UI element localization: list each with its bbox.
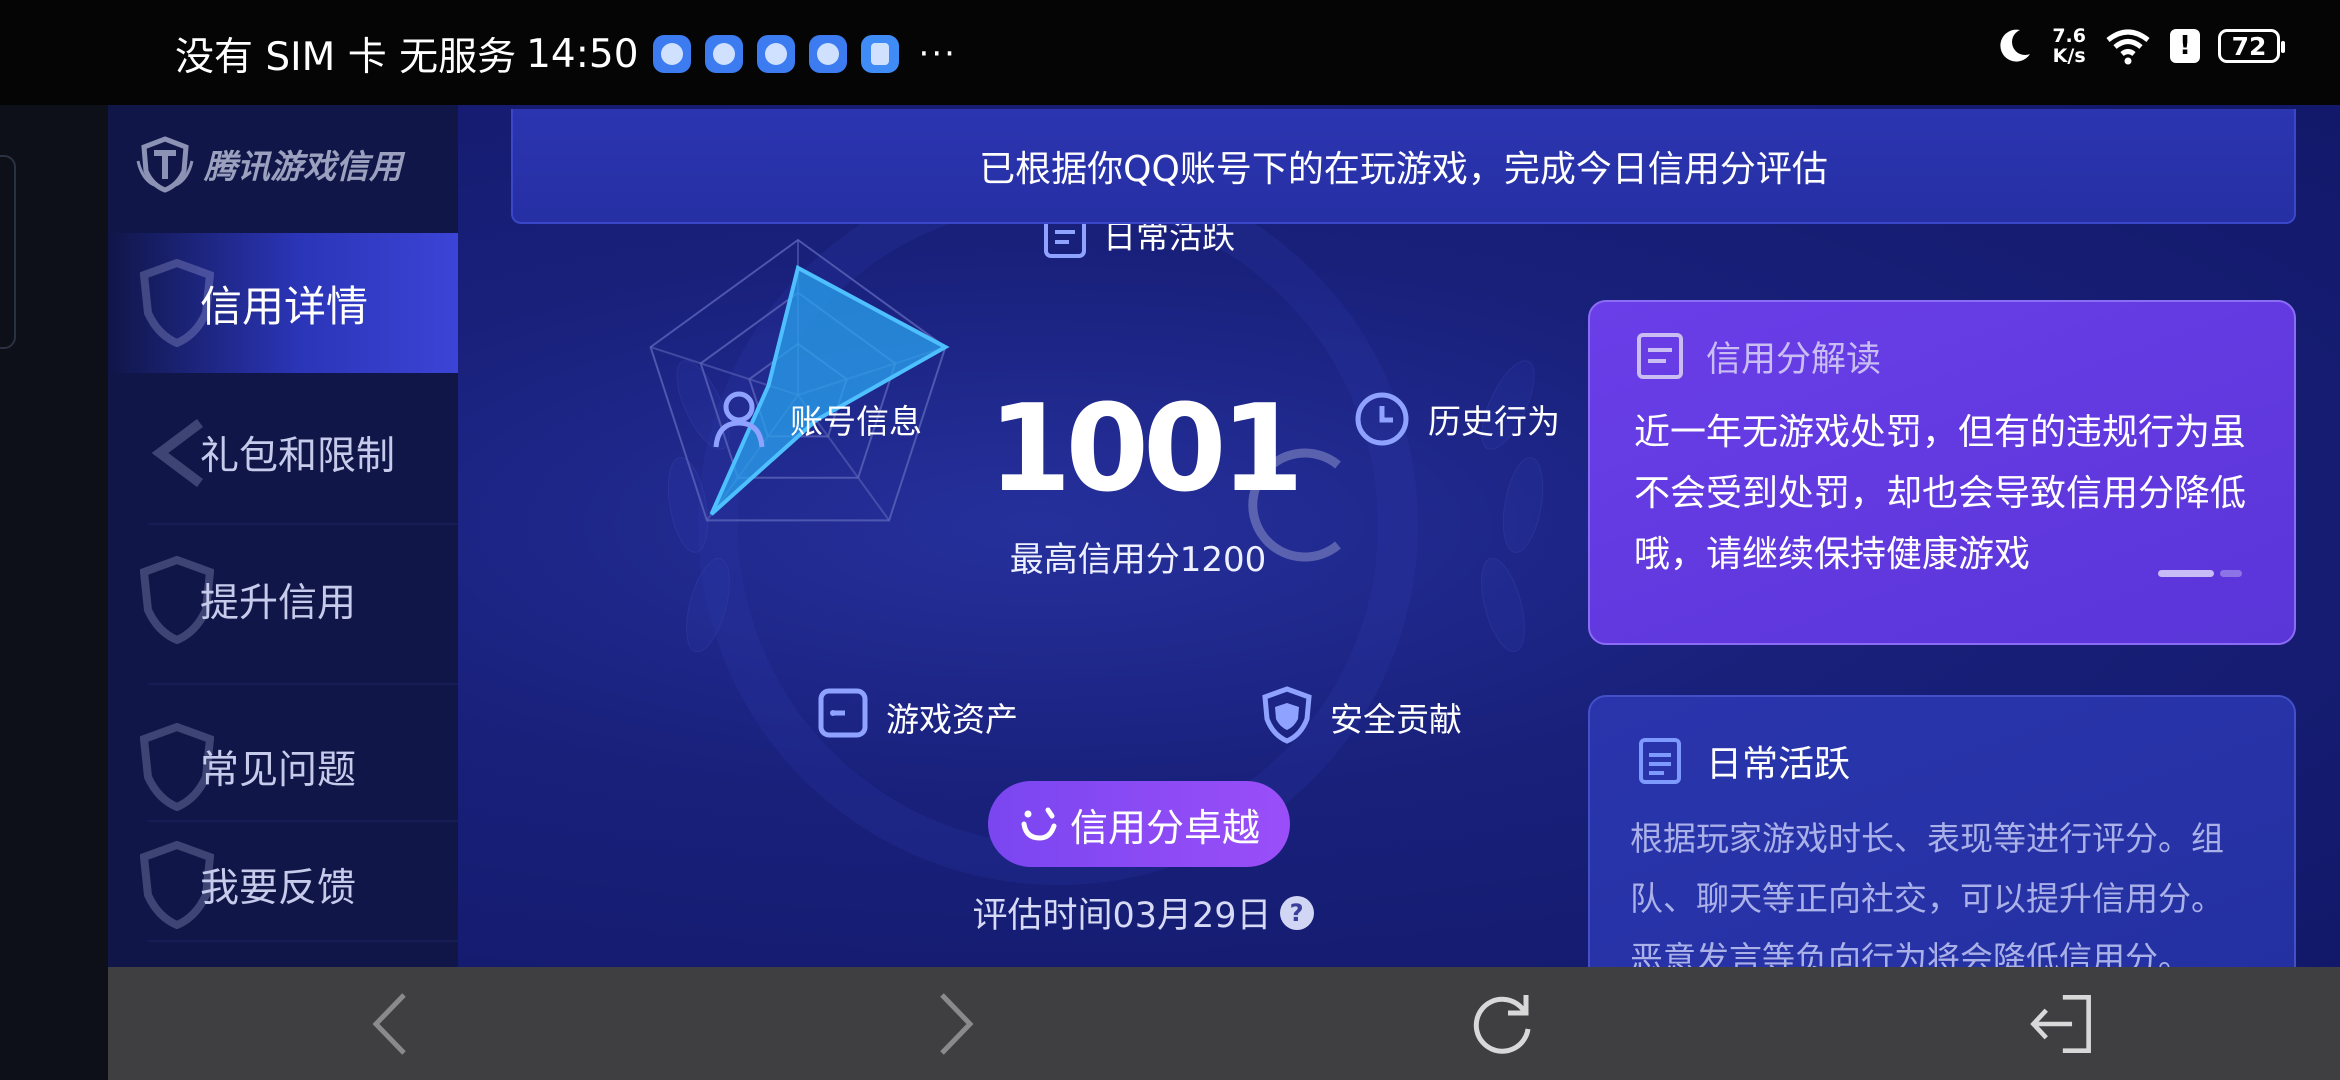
sidebar-divider <box>148 940 458 942</box>
logo: 腾讯游戏信用 <box>134 135 402 193</box>
logo-icon <box>136 136 194 193</box>
dimension-label-history: 历史行为 <box>1428 402 1560 441</box>
refresh-icon <box>1473 995 1531 1054</box>
dimension-label-assets: 游戏资产 <box>886 700 1018 739</box>
sidebar-item-label: 信用详情 <box>200 281 369 331</box>
exit-icon <box>2030 994 2091 1054</box>
sidebar-item-label: 我要反馈 <box>200 866 357 911</box>
card-body: 根据玩家游戏时长、表现等进行评分。组队、聊天等正向社交，可以提升信用分。恶意发言… <box>1630 819 2224 967</box>
notification-app-icon <box>652 35 691 73</box>
app-area: 腾讯游戏信用 信用详情 礼包和限制 提升信用 常见问题 我要反馈 1001 最高… <box>108 105 2340 967</box>
refresh-button[interactable] <box>1468 989 1538 1059</box>
document-icon <box>1639 738 1681 784</box>
sidebar-item-label: 常见问题 <box>200 748 357 793</box>
status-time: 14:50 <box>526 31 639 77</box>
card-title: 信用分解读 <box>1706 339 1882 380</box>
notification-app-icon <box>756 35 795 73</box>
clock-icon <box>1355 392 1409 446</box>
more-notifications: ··· <box>918 34 957 74</box>
sidebar-item-label: 提升信用 <box>200 581 357 626</box>
smile-icon <box>1021 807 1057 841</box>
credit-excellent-label: 信用分卓越 <box>1069 805 1260 850</box>
sidebar-item-improve-credit[interactable]: 提升信用 <box>108 530 458 670</box>
credit-interpretation-card[interactable]: 信用分解读 近一年无游戏处罚，但有的违规行为虽不会受到处罚，却也会导致信用分降低… <box>1588 300 2296 645</box>
back-icon <box>372 993 406 1055</box>
wifi-icon <box>2106 29 2150 65</box>
exit-button[interactable] <box>2026 989 2096 1059</box>
daily-activity-card[interactable]: 日常活跃 根据玩家游戏时长、表现等进行评分。组队、聊天等正向社交，可以提升信用分… <box>1588 695 2296 967</box>
forward-button[interactable] <box>920 989 990 1059</box>
credit-excellent-button[interactable]: 信用分卓越 <box>988 781 1290 867</box>
credit-score: 1001 <box>988 380 1304 519</box>
max-credit-score: 最高信用分1200 <box>1009 540 1267 580</box>
evaluation-time-text: 评估时间03月29日 <box>972 896 1272 936</box>
user-icon <box>713 391 765 448</box>
left-edge-panel <box>0 105 108 1080</box>
pager-dot <box>2220 570 2242 577</box>
sidebar-divider <box>148 523 458 525</box>
card-pager <box>2158 570 2242 577</box>
evaluation-time: 评估时间03月29日 ? <box>963 887 1323 938</box>
card-body: 近一年无游戏处罚，但有的违规行为虽不会受到处罚，却也会导致信用分降低哦，请继续保… <box>1634 412 2247 575</box>
pager-dot-active <box>2158 570 2214 577</box>
notification-app-icon <box>704 35 743 73</box>
status-bar: 没有 SIM 卡 无服务 14:50 ··· 7.6 K/s ! 72 <box>0 0 2340 105</box>
card-title: 日常活跃 <box>1706 744 1851 785</box>
battery-indicator: 72 <box>2218 29 2285 63</box>
dimension-label-security: 安全贡献 <box>1330 700 1462 739</box>
assessment-banner-text: 已根据你QQ账号下的在玩游戏，完成今日信用分评估 <box>979 148 1828 190</box>
help-icon[interactable]: ? <box>1279 895 1314 930</box>
net-speed: 7.6 K/s <box>2052 25 2086 67</box>
notification-app-icon <box>808 35 847 73</box>
sidebar-item-feedback[interactable]: 我要反馈 <box>108 815 458 955</box>
security-app-icon <box>860 35 899 73</box>
side-handle[interactable] <box>0 155 16 349</box>
sidebar-item-credit-details[interactable]: 信用详情 <box>108 233 458 373</box>
sidebar: 腾讯游戏信用 信用详情 礼包和限制 提升信用 常见问题 我要反馈 <box>108 105 458 967</box>
shield-icon <box>1262 686 1312 744</box>
sidebar-divider <box>148 683 458 685</box>
back-button[interactable] <box>356 989 426 1059</box>
document-icon <box>1637 333 1683 379</box>
radar-chart: 1001 最高信用分1200 日常活跃 历史行为 安全贡献 游戏资产 账号信息 <box>458 105 1658 967</box>
carrier-text: 没有 SIM 卡 无服务 <box>175 35 517 80</box>
alert-icon: ! <box>2170 29 2200 63</box>
dimension-label-account: 账号信息 <box>790 402 922 441</box>
browser-bottom-bar <box>108 967 2340 1080</box>
wallet-icon <box>818 688 868 738</box>
assessment-banner: 已根据你QQ账号下的在玩游戏，完成今日信用分评估 <box>511 109 2296 224</box>
forward-icon <box>940 993 974 1055</box>
moon-icon <box>2000 29 2031 62</box>
logo-text: 腾讯游戏信用 <box>204 147 402 186</box>
sidebar-item-label: 礼包和限制 <box>200 434 396 479</box>
sidebar-item-gifts-limits[interactable]: 礼包和限制 <box>108 383 458 523</box>
